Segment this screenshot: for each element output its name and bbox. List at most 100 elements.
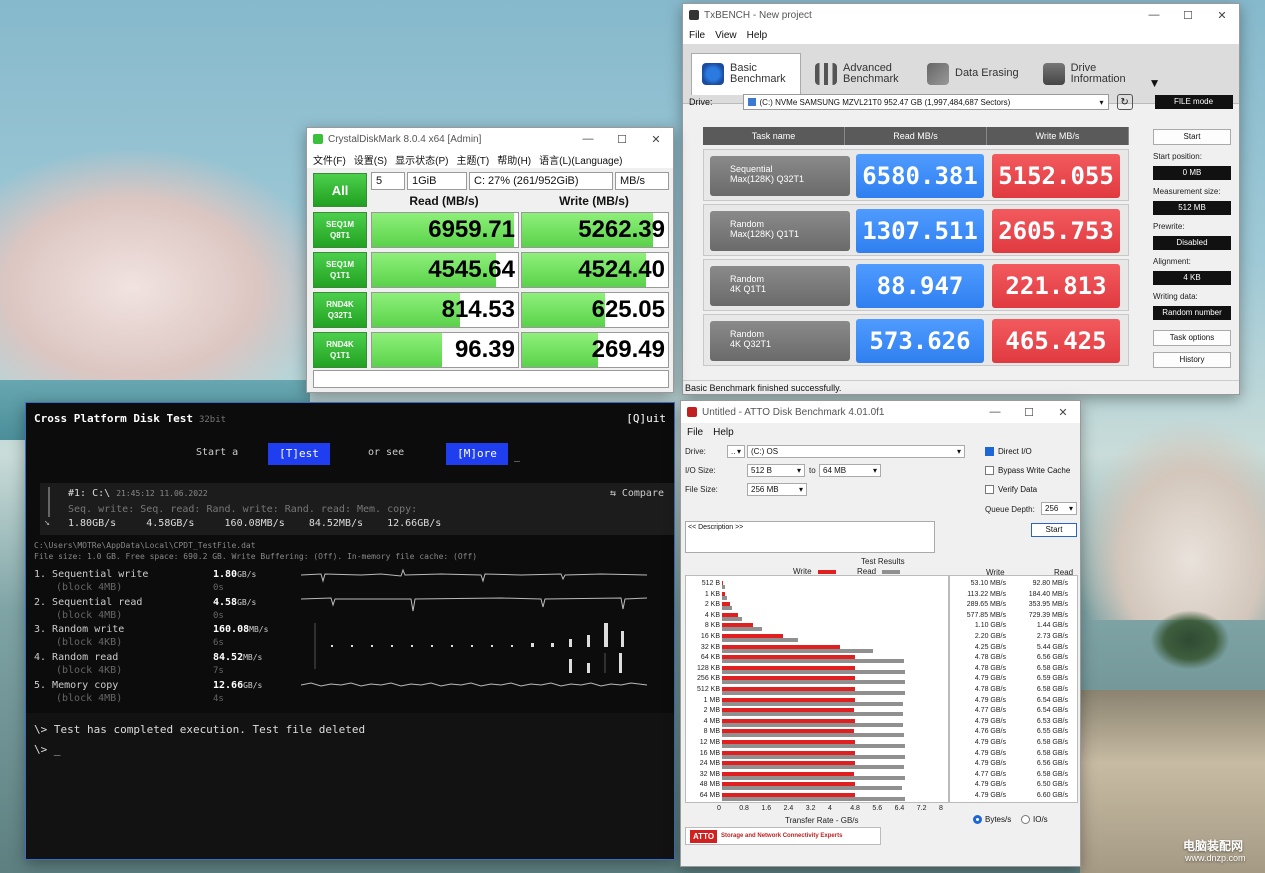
prompt[interactable]: \> _ [34, 743, 61, 756]
menu-language[interactable]: 语言(L)(Language) [539, 152, 622, 167]
more-button[interactable]: [M]ore [446, 443, 508, 465]
direct-io-checkbox[interactable]: Direct I/O [985, 447, 1032, 456]
history-button[interactable]: History [1153, 352, 1231, 368]
tab-overflow-chevron-icon[interactable]: ▼ [1149, 76, 1161, 90]
write-value: 2.20 GB/s [974, 633, 1006, 640]
read-bar [722, 754, 905, 759]
x-tick-label: 5.6 [872, 805, 883, 812]
write-header: Write (MB/s) [559, 194, 629, 208]
col-write: Write MB/s [987, 127, 1129, 145]
alignment-value[interactable]: 4 KB [1153, 271, 1231, 285]
task-options-button[interactable]: Task options [1153, 330, 1231, 346]
menu-settings[interactable]: 设置(S) [354, 152, 387, 167]
all-button[interactable]: All [313, 173, 367, 207]
x-axis-label: Transfer Rate - GB/s [785, 816, 859, 825]
start-button[interactable]: Start [1153, 129, 1231, 145]
description-field[interactable]: << Description >> [685, 521, 935, 553]
start-position-value[interactable]: 0 MB [1153, 166, 1231, 180]
drive-label: Drive: [689, 97, 713, 107]
read-bar [722, 606, 732, 611]
tab-basic-benchmark[interactable]: Basic Benchmark [691, 52, 801, 95]
menu-file[interactable]: File [689, 30, 705, 41]
results-header: Task name Read MB/s Write MB/s [703, 127, 1129, 145]
test-button[interactable]: [T]est [268, 443, 330, 465]
start-position-label: Start position: [1153, 152, 1202, 161]
title-bar[interactable]: TxBENCH - New project — ☐ ✕ [683, 4, 1239, 26]
task-name: Random 4K Q32T1 [710, 321, 850, 361]
tab-advanced-benchmark[interactable]: Advanced Benchmark [805, 53, 913, 95]
menu-display[interactable]: 显示状态(P) [395, 152, 448, 167]
menu-view[interactable]: View [715, 30, 737, 41]
verify-data-checkbox[interactable]: Verify Data [985, 485, 1037, 494]
quit-button[interactable]: [Q]uit [626, 412, 666, 425]
menu-file[interactable]: File [687, 427, 703, 438]
menu-theme[interactable]: 主题(T) [456, 152, 489, 167]
test-seq1m-q8t1-button[interactable]: SEQ1M Q8T1 [313, 212, 367, 248]
unit-select[interactable]: MB/s [615, 172, 669, 190]
test-seq1m-q1t1-button[interactable]: SEQ1M Q1T1 [313, 252, 367, 288]
minimize-icon[interactable]: — [1137, 4, 1171, 26]
category-label: 64 KB [700, 654, 720, 662]
read-bar [722, 616, 743, 621]
read-bar [722, 712, 904, 717]
units-bytes-radio[interactable]: Bytes/s [973, 815, 1011, 824]
task-name: Random Max(128K) Q1T1 [710, 211, 850, 251]
drive-row: Drive: (C:) NVMe SAMSUNG MZVL21T0 952.47… [689, 92, 1239, 112]
result-row: Sequential Max(128K) Q32T1 6580.381 5152.… [703, 149, 1129, 201]
drive-select[interactable]: C: 27% (261/952GiB) [469, 172, 613, 190]
menu-file[interactable]: 文件(F) [313, 152, 346, 167]
maximize-icon[interactable]: ☐ [1012, 401, 1046, 423]
window-title: Untitled - ATTO Disk Benchmark 4.01.0f1 [702, 406, 885, 418]
measurement-size-value[interactable]: 512 MB [1153, 201, 1231, 215]
count-select[interactable]: 5 [371, 172, 405, 190]
bypass-write-cache-checkbox[interactable]: Bypass Write Cache [985, 466, 1070, 475]
to-label: to [809, 466, 816, 475]
results-title: Test Results [861, 557, 905, 566]
size-select[interactable]: 1GiB [407, 172, 467, 190]
menu-help[interactable]: Help [713, 427, 734, 438]
title-bar[interactable]: Untitled - ATTO Disk Benchmark 4.01.0f1 … [681, 401, 1080, 423]
minimize-icon[interactable]: — [571, 128, 605, 150]
start-button[interactable]: Start [1031, 523, 1077, 537]
read-cell: 814.53 [371, 292, 519, 328]
completion-message: \> Test has completed execution. Test fi… [34, 723, 366, 736]
queue-depth-select[interactable]: 256 [1041, 502, 1077, 515]
prewrite-value[interactable]: Disabled [1153, 236, 1231, 250]
write-value: 4.79 GB/s [974, 739, 1006, 746]
browse-button[interactable]: .. [727, 445, 745, 458]
file-size-select[interactable]: 256 MB [747, 483, 807, 496]
app-title: Cross Platform Disk Test 32bit [34, 412, 227, 425]
close-icon[interactable]: ✕ [639, 128, 673, 150]
menu-help[interactable]: Help [747, 30, 768, 41]
x-tick-label: 4.8 [850, 805, 860, 812]
drive-select[interactable]: (C:) NVMe SAMSUNG MZVL21T0 952.47 GB (1,… [742, 94, 1109, 110]
units-io-radio[interactable]: IO/s [1021, 815, 1048, 824]
io-size-from-select[interactable]: 512 B [747, 464, 805, 477]
menu-help[interactable]: 帮助(H) [497, 152, 531, 167]
maximize-icon[interactable]: ☐ [605, 128, 639, 150]
x-tick-label: 1.6 [761, 805, 772, 812]
checkbox-icon [985, 466, 994, 475]
tab-data-erasing[interactable]: Data Erasing [917, 53, 1029, 95]
file-mode-badge[interactable]: FILE mode [1154, 95, 1233, 109]
test-rnd4k-q32t1-button[interactable]: RND4K Q32T1 [313, 292, 367, 328]
io-size-to-select[interactable]: 64 MB [819, 464, 881, 477]
writing-data-value[interactable]: Random number [1153, 306, 1231, 320]
minimize-icon[interactable]: — [978, 401, 1012, 423]
drive-select[interactable]: (C:) OS [747, 445, 965, 458]
test-rnd4k-q1t1-button[interactable]: RND4K Q1T1 [313, 332, 367, 368]
compare-button[interactable]: ⇆ Compare [610, 488, 664, 499]
tab-drive-information[interactable]: Drive Information [1033, 53, 1141, 95]
history-entry[interactable]: #1: C:\ 21:45:12 11.06.2022 ⇆ Compare Se… [40, 483, 674, 535]
atto-logo[interactable]: ATTO Storage and Network Connectivity Exp… [685, 827, 881, 845]
comment-field[interactable] [313, 370, 669, 388]
close-icon[interactable]: ✕ [1205, 4, 1239, 26]
close-icon[interactable]: ✕ [1046, 401, 1080, 423]
refresh-icon[interactable]: ↻ [1116, 94, 1133, 110]
read-bar [722, 744, 905, 748]
results-chart: 512 B 1 KB 2 KB 4 KB 8 KB 16 KB 32 KB 64 KB 128 … [685, 575, 949, 803]
maximize-icon[interactable]: ☐ [1171, 4, 1205, 26]
title-bar[interactable]: CrystalDiskMark 8.0.4 x64 [Admin] — ☐ ✕ [307, 128, 673, 150]
read-value: 2.73 GB/s [1036, 633, 1068, 640]
value-rand-write: 160.08MB/s [213, 624, 269, 635]
